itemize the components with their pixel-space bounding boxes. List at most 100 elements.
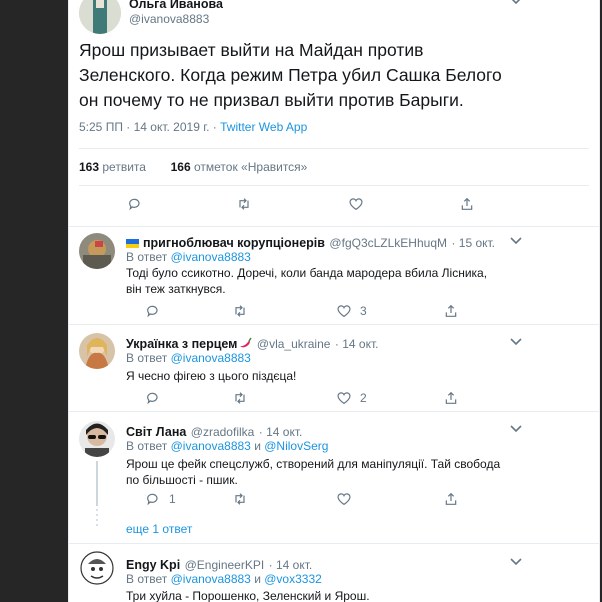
reply-context-prefix: В ответ [126, 351, 168, 365]
reply-text: Я чесно фігею з цього піздєца! [126, 369, 297, 383]
reply-avatar[interactable] [79, 333, 115, 369]
reply-author-name[interactable]: Світ Лана [126, 425, 186, 439]
reply-author-handle[interactable]: @vla_ukraine [257, 337, 331, 351]
chevron-down-icon[interactable] [509, 0, 525, 8]
reply-text: Тоді було ссикотно. Доречі, коли банда м… [126, 266, 488, 296]
reply-mention[interactable]: @ivanova8883 [171, 250, 251, 264]
like-count: 166 [170, 160, 191, 174]
divider [69, 324, 599, 325]
thread-more-dots [96, 509, 98, 529]
retweet-icon [235, 493, 245, 505]
reply-date[interactable]: · 14 окт. [259, 425, 303, 439]
share-icon [445, 492, 457, 505]
reply-icon [147, 392, 158, 405]
reply-context: В ответ @ivanova8883 [126, 250, 251, 264]
main-action-bar [69, 196, 509, 214]
retweet-count-link[interactable]: 163 ретвита [79, 160, 146, 174]
retweet-icon [235, 305, 245, 317]
reply-date[interactable]: · 15 окт. [451, 236, 495, 250]
divider [69, 543, 599, 544]
tweet-source[interactable]: Twitter Web App [220, 120, 307, 134]
reply-count: 1 [169, 492, 176, 506]
like-count: 2 [360, 391, 367, 405]
reply-button[interactable] [145, 303, 161, 319]
share-button[interactable] [443, 491, 459, 507]
reply-author-name[interactable]: Українка з перцем [126, 337, 237, 351]
retweet-icon [235, 392, 245, 404]
reply-author-name[interactable]: пригноблювач корупціонерів [143, 236, 325, 250]
reply-context-and: и [254, 439, 261, 453]
reply-mention[interactable]: @NilovSerg [264, 439, 328, 453]
tweet-text: Ярош призывает выйти на Майдан против Зе… [79, 40, 502, 110]
like-button[interactable] [348, 196, 364, 212]
reply-avatar[interactable] [79, 550, 115, 586]
reply-icon [129, 198, 140, 211]
tweet-stats: 163 ретвита 166 отметок «Нравится» [79, 160, 307, 174]
tweet-timestamp[interactable]: 5:25 ПП · 14 окт. 2019 г. · [79, 120, 220, 134]
retweet-button[interactable] [232, 390, 248, 406]
chevron-down-icon[interactable] [509, 236, 525, 248]
heart-icon [337, 305, 351, 318]
reply-context: В ответ @ivanova8883 и @vox3332 [126, 572, 322, 586]
retweet-button[interactable] [232, 303, 248, 319]
reply-author-name[interactable]: Engy Kpi [126, 558, 180, 572]
author-avatar[interactable] [79, 0, 121, 34]
tweet-meta: 5:25 ПП · 14 окт. 2019 г. · Twitter Web … [79, 120, 307, 134]
reply-context: В ответ @ivanova8883 [126, 351, 251, 365]
like-button[interactable]: 3 [336, 303, 367, 319]
tweet-detail-panel: Ольга Иванова @ivanova8883 Ярош призывае… [68, 0, 600, 602]
reply-date[interactable]: · 14 окт. [269, 558, 313, 572]
chevron-down-icon[interactable] [509, 337, 525, 349]
retweet-button[interactable] [236, 196, 252, 212]
reply-author-handle[interactable]: @fgQ3cLZLkEHhuqM [329, 236, 447, 250]
reply-icon [147, 493, 158, 506]
reply-mention[interactable]: @vox3332 [264, 572, 322, 586]
reply-context-prefix: В ответ [126, 572, 168, 586]
reply-action-bar: 1 [69, 491, 509, 509]
chevron-down-icon[interactable] [509, 557, 525, 569]
heart-icon [337, 392, 351, 405]
chevron-down-icon[interactable] [509, 424, 525, 436]
reply-icon [147, 305, 158, 318]
reply-mention[interactable]: @ivanova8883 [171, 572, 251, 586]
divider [69, 226, 599, 227]
share-button[interactable] [443, 390, 459, 406]
chili-pepper-icon [240, 337, 253, 348]
divider [69, 411, 599, 412]
reply-context: В ответ @ivanova8883 и @NilovSerg [126, 439, 328, 453]
reply-avatar[interactable] [79, 233, 115, 269]
like-button[interactable] [336, 491, 352, 507]
author-handle[interactable]: @ivanova8883 [129, 12, 209, 26]
reply-context-prefix: В ответ [126, 250, 168, 264]
reply-avatar[interactable] [79, 421, 115, 457]
ukraine-flag-icon [126, 239, 139, 248]
reply-button[interactable]: 1 [145, 491, 176, 507]
share-icon [461, 197, 473, 210]
author-name[interactable]: Ольга Иванова [129, 0, 223, 11]
like-label: отметок «Нравится» [194, 160, 308, 174]
reply-date[interactable]: · 14 окт. [335, 337, 379, 351]
retweet-count: 163 [79, 160, 100, 174]
reply-button[interactable] [145, 390, 161, 406]
retweet-button[interactable] [232, 491, 248, 507]
reply-author-handle[interactable]: @EngineerKPI [185, 558, 265, 572]
share-button[interactable] [443, 303, 459, 319]
reply-action-bar: 2 [69, 390, 509, 408]
reply-button[interactable] [127, 196, 143, 212]
reply-mention[interactable]: @ivanova8883 [171, 351, 251, 365]
share-icon [445, 304, 457, 317]
reply-text: Ярош це фейк спецслужб, створений для ма… [126, 457, 501, 487]
reply-author-handle[interactable]: @zradofilka [191, 425, 255, 439]
share-button[interactable] [459, 196, 475, 212]
share-icon [445, 391, 457, 404]
like-count-link[interactable]: 166 отметок «Нравится» [171, 160, 308, 174]
like-button[interactable]: 2 [336, 390, 367, 406]
reply-context-and: и [254, 572, 261, 586]
divider [79, 185, 589, 186]
retweet-label: ретвита [102, 160, 146, 174]
heart-icon [349, 198, 363, 211]
show-more-replies-link[interactable]: еще 1 ответ [126, 522, 192, 536]
retweet-icon [239, 198, 249, 210]
reply-action-bar: 3 [69, 303, 509, 321]
reply-mention[interactable]: @ivanova8883 [171, 439, 251, 453]
